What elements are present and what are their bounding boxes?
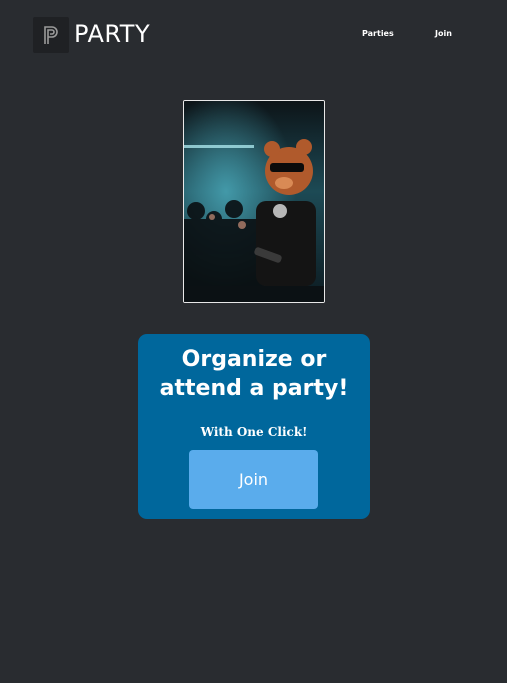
brand-name[interactable]: PARTY (74, 19, 150, 49)
navbar: PARTY Parties Join (0, 0, 507, 70)
nav-link-join[interactable]: Join (435, 29, 452, 38)
card-title: Organize or attend a party! (138, 345, 370, 403)
logo-icon[interactable] (33, 17, 69, 53)
card-title-line2: attend a party! (159, 376, 349, 401)
nav-link-parties[interactable]: Parties (362, 29, 394, 38)
join-button[interactable]: Join (189, 450, 318, 509)
card-subtitle: With One Click! (200, 425, 308, 439)
card-title-line1: Organize or (181, 347, 327, 372)
hero-card: Organize or attend a party! With One Clic… (138, 334, 370, 519)
party-photo (183, 100, 325, 303)
